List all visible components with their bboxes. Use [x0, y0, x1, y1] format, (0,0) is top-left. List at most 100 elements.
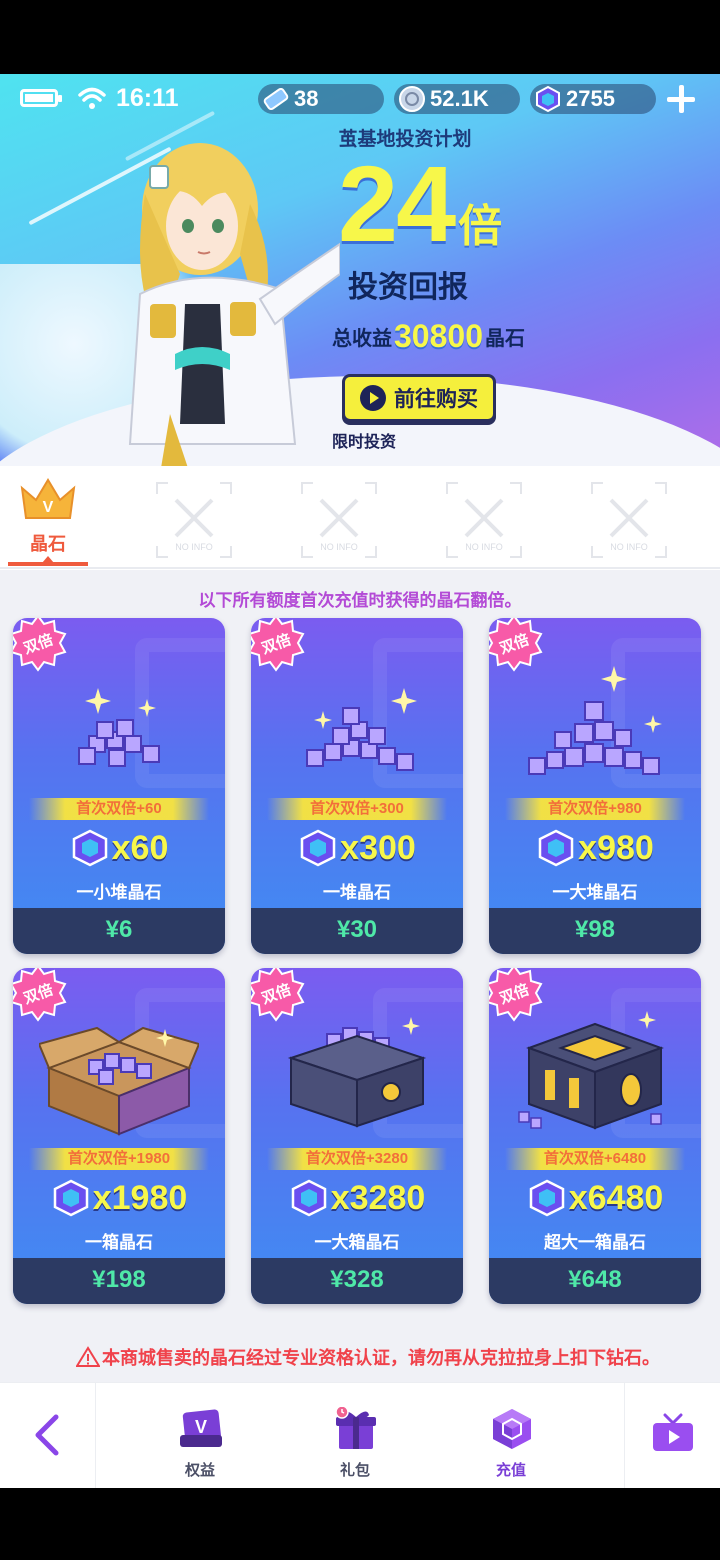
pack-name: 一堆晶石 — [323, 883, 391, 902]
stamina-counter[interactable]: 38 — [258, 84, 384, 114]
tab-crystal[interactable]: V 晶石 — [8, 466, 88, 570]
price-button[interactable]: ¥648 — [489, 1258, 701, 1304]
first-bonus: 首次双倍+6480 — [505, 1148, 685, 1170]
clock: 16:11 — [116, 84, 179, 112]
crystal-cube-icon — [493, 1409, 531, 1449]
nav-benefits[interactable]: V 权益 — [160, 1397, 240, 1487]
ticket-icon — [263, 87, 289, 111]
crystal-pack-card[interactable]: 双倍 首次双倍+300 x300 一堆晶石 ¥30 — [251, 618, 463, 954]
no-info-x-icon — [464, 498, 504, 538]
price-button[interactable]: ¥30 — [251, 908, 463, 954]
crystal-cube-icon — [53, 1179, 88, 1217]
play-arrow-icon — [360, 385, 386, 411]
tab-empty-slot[interactable]: NO INFO — [301, 482, 377, 558]
svg-text:V: V — [43, 499, 54, 516]
pack-name: 一大箱晶石 — [314, 1233, 400, 1252]
total-prefix: 总收益 — [332, 328, 392, 350]
pack-name: 超大一箱晶石 — [544, 1233, 646, 1252]
coin-icon — [399, 86, 425, 112]
no-info-x-icon — [174, 498, 214, 538]
top-black-bar — [0, 0, 720, 74]
amount-value: x300 — [340, 828, 416, 867]
total-suffix: 晶石 — [484, 328, 525, 350]
multiplier: 24 倍 — [338, 150, 502, 258]
amount-value: x980 — [578, 828, 654, 867]
price-button[interactable]: ¥98 — [489, 908, 701, 954]
coin-counter[interactable]: 52.1K — [394, 84, 520, 114]
gift-icon — [335, 1407, 376, 1449]
crystal-cube-icon — [538, 829, 574, 867]
crystal-box-icon — [39, 1026, 199, 1136]
tab-empty-slot[interactable]: NO INFO — [446, 482, 522, 558]
coin-value: 52.1K — [430, 86, 489, 111]
crystal-pack-card[interactable]: 双倍 首次双倍+3280 x3280 一大箱晶石 ¥328 — [251, 968, 463, 1304]
crystal-amount: x6480 — [489, 1174, 701, 1222]
tab-empty-slot[interactable]: NO INFO — [591, 482, 667, 558]
go-buy-label: 前往购买 — [394, 388, 478, 411]
crystal-amount: x300 — [251, 824, 463, 872]
battery-icon — [20, 89, 62, 107]
crystal-amount: x3280 — [251, 1174, 463, 1222]
warning-text: 本商城售卖的晶石经过专业资格认证，请勿再从克拉拉身上扣下钻石。 — [102, 1348, 660, 1368]
price-button[interactable]: ¥328 — [251, 1258, 463, 1304]
bottom-black-bar — [0, 1488, 720, 1560]
chevron-left-icon — [35, 1414, 59, 1456]
crystal-pack-card[interactable]: 双倍 首次双倍+980 x980 一大堆晶石 ¥98 — [489, 618, 701, 954]
no-info-x-icon — [609, 498, 649, 538]
category-tabs: V 晶石 NO INFO NO INFO NO INFO NO INFO — [0, 466, 720, 570]
multiplier-unit: 倍 — [458, 202, 503, 251]
crystal-amount: x980 — [489, 824, 701, 872]
return-label: 投资回报 — [348, 271, 468, 304]
pack-name: 一小堆晶石 — [76, 883, 162, 902]
add-gems-button[interactable] — [664, 82, 698, 116]
multiplier-number: 24 — [338, 143, 456, 264]
nav-benefits-label: 权益 — [184, 1462, 215, 1479]
crystal-amount: x1980 — [13, 1174, 225, 1222]
no-info-label: NO INFO — [320, 542, 358, 552]
tab-empty-slot[interactable]: NO INFO — [156, 482, 232, 558]
go-buy-button[interactable]: 前往购买 — [342, 374, 496, 422]
wifi-icon — [78, 87, 106, 109]
back-button[interactable] — [0, 1383, 96, 1489]
crystal-cube-icon — [536, 85, 560, 113]
crown-icon: V — [20, 478, 76, 519]
crystal-pack-card[interactable]: 双倍 首次双倍+60 x60 一小堆晶石 ¥6 — [13, 618, 225, 954]
amount-value: x1980 — [92, 1178, 188, 1217]
double-notice: 以下所有额度首次充值时获得的晶石翻倍。 — [198, 591, 522, 610]
pack-name: 一大堆晶石 — [552, 883, 638, 902]
svg-text:V: V — [195, 1417, 207, 1437]
tv-play-icon — [653, 1413, 693, 1451]
crystal-pack-card[interactable]: 双倍 首次双倍+1980 x1980 一箱晶石 ¥198 — [13, 968, 225, 1304]
large-crystal-crate-icon — [287, 1017, 427, 1128]
video-button[interactable] — [624, 1383, 720, 1489]
first-bonus: 首次双倍+1980 — [29, 1148, 209, 1170]
amount-value: x60 — [111, 828, 169, 867]
tab-crystal-label: 晶石 — [30, 534, 66, 554]
large-crystal-pile-icon — [528, 666, 662, 775]
gem-counter[interactable]: 2755 — [530, 84, 656, 114]
amount-value: x6480 — [568, 1178, 664, 1217]
limited-time-label: 限时投资 — [332, 434, 397, 451]
total-value: 30800 — [394, 318, 483, 354]
nav-gift[interactable]: 礼包 — [315, 1397, 395, 1487]
total-earnings: 总收益 30800 晶石 — [332, 318, 525, 355]
crystal-pile-icon — [306, 688, 417, 771]
nav-recharge[interactable]: 充值 — [471, 1397, 551, 1487]
no-info-label: NO INFO — [465, 542, 503, 552]
nav-recharge-label: 充值 — [495, 1462, 526, 1479]
tab-indicator — [8, 562, 88, 566]
bottom-nav: V 权益 礼包 充值 — [0, 1382, 720, 1489]
crystal-cube-icon — [300, 829, 336, 867]
warning-icon — [76, 1346, 100, 1367]
character-illustration — [128, 143, 340, 466]
small-crystal-pile-icon — [78, 688, 160, 767]
no-info-x-icon — [319, 498, 359, 538]
price-button[interactable]: ¥198 — [13, 1258, 225, 1304]
crystal-pack-card[interactable]: 双倍 首次双倍+6480 x6480 超大一箱晶石 ¥648 — [489, 968, 701, 1304]
no-info-label: NO INFO — [175, 542, 213, 552]
first-bonus: 首次双倍+60 — [29, 798, 209, 820]
crystal-cube-icon — [72, 829, 107, 867]
price-button[interactable]: ¥6 — [13, 908, 225, 954]
gem-value: 2755 — [566, 86, 615, 111]
crystal-cube-icon — [291, 1179, 326, 1217]
